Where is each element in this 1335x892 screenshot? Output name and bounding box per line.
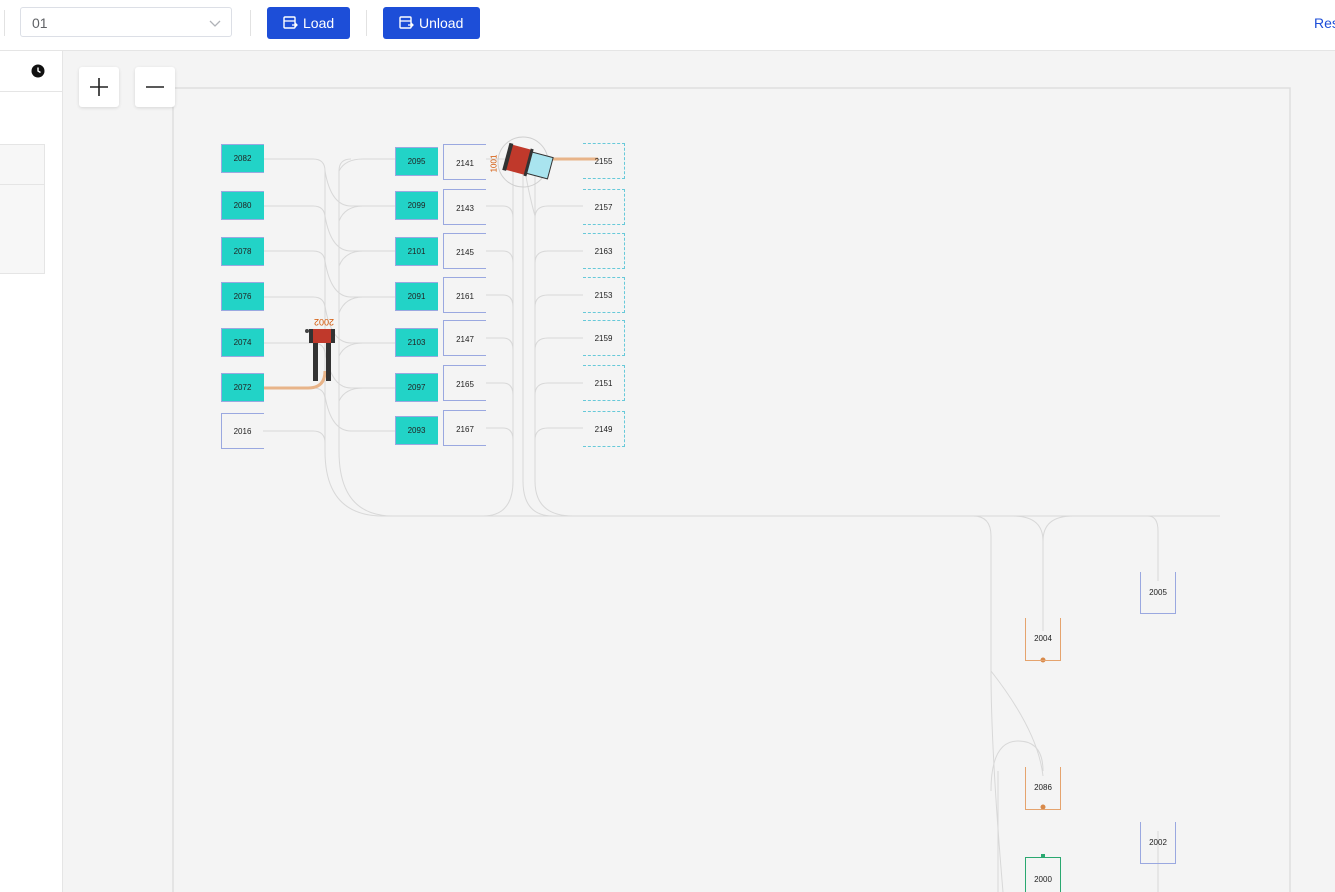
station-2000[interactable]: 2000 (1025, 857, 1061, 892)
unload-button[interactable]: Unload (383, 7, 480, 39)
slot-label: 2095 (407, 157, 426, 166)
slot-label: 2093 (407, 426, 426, 435)
rack-slot[interactable]: 2151 (583, 365, 625, 401)
rack-slot[interactable]: 2165 (443, 365, 486, 401)
rack-slot[interactable]: 2149 (583, 411, 625, 447)
load-icon (283, 16, 298, 29)
slot-label: 2078 (233, 247, 252, 256)
zoom-in-button[interactable] (79, 67, 119, 107)
station-2086[interactable]: 2086 (1025, 767, 1061, 810)
slot-label: 2157 (594, 203, 613, 212)
slot-label: 2161 (456, 292, 474, 301)
slot-label: 2099 (407, 201, 426, 210)
rack-slot[interactable]: 2145 (443, 233, 486, 269)
minus-icon (146, 86, 164, 88)
toolbar-divider (4, 10, 5, 36)
station-2004[interactable]: 2004 (1025, 618, 1061, 661)
slot-label: 2165 (456, 380, 474, 389)
chevron-down-icon (209, 16, 221, 34)
sidebar-panel-divider (0, 184, 44, 185)
unload-icon (399, 16, 414, 29)
warehouse-map[interactable]: 2082 2080 2078 2076 2074 2072 2016 2095 … (63, 51, 1335, 892)
map-boundary (172, 87, 1291, 892)
rack-slot[interactable]: 2099 (395, 188, 438, 224)
slot-label: 2159 (594, 334, 613, 343)
rack-slot[interactable]: 2155 (583, 143, 625, 179)
rack-slot[interactable]: 2082 (221, 141, 264, 177)
station-2002[interactable]: 2002 (1140, 822, 1176, 864)
robot-2002[interactable]: 2002 (303, 317, 341, 387)
rack-slot[interactable]: 2072 (221, 370, 264, 406)
rack-slot[interactable]: 2147 (443, 320, 486, 356)
slot-label: 2143 (456, 204, 474, 213)
toolbar-divider (366, 10, 367, 36)
station-2005[interactable]: 2005 (1140, 572, 1176, 614)
slot-label: 2153 (594, 291, 613, 300)
rack-slot[interactable]: 2157 (583, 189, 625, 225)
slot-label: 2151 (594, 379, 613, 388)
station-label: 2005 (1149, 588, 1167, 597)
slot-label: 2149 (594, 425, 613, 434)
rack-slot[interactable]: 2080 (221, 188, 264, 224)
rack-slot[interactable]: 2074 (221, 325, 264, 361)
rack-slot[interactable]: 2141 (443, 144, 486, 180)
zoom-out-button[interactable] (135, 67, 175, 107)
rack-slot[interactable]: 2143 (443, 189, 486, 225)
rack-slot[interactable]: 2097 (395, 370, 438, 406)
slot-label: 2101 (407, 247, 426, 256)
slot-label: 2082 (233, 154, 252, 163)
rack-slot[interactable]: 2161 (443, 277, 486, 313)
map-select-value: 01 (32, 15, 48, 31)
slot-label: 2145 (456, 248, 474, 257)
plus-icon (90, 78, 108, 96)
unload-label: Unload (419, 15, 464, 31)
slot-label: 2163 (594, 247, 613, 256)
sidebar-header (0, 51, 62, 92)
slot-label: 2167 (456, 425, 474, 434)
rack-slot[interactable]: 2103 (395, 325, 438, 361)
rack-slot[interactable]: 2159 (583, 320, 625, 356)
slot-label: 2091 (407, 292, 426, 301)
reset-link[interactable]: Res (1314, 15, 1335, 31)
slot-label: 2147 (456, 335, 474, 344)
slot-label: 2103 (407, 338, 426, 347)
slot-label: 2016 (233, 427, 252, 436)
map-select[interactable]: 01 (20, 7, 232, 37)
slot-label: 2080 (233, 201, 252, 210)
slot-label: 2076 (233, 292, 252, 301)
load-button[interactable]: Load (267, 7, 350, 39)
load-label: Load (303, 15, 335, 31)
sidebar-panel (0, 144, 45, 274)
clock-icon[interactable] (31, 64, 45, 83)
rack-slot[interactable]: 2091 (395, 279, 438, 315)
rack-slot[interactable]: 2016 (221, 413, 264, 449)
rack-slot[interactable]: 2163 (583, 233, 625, 269)
rack-slot[interactable]: 2076 (221, 279, 264, 315)
station-label: 2002 (1149, 838, 1167, 847)
rack-slot[interactable]: 2078 (221, 234, 264, 270)
robot-label: 1001 (489, 154, 499, 173)
carrier-robot-icon (497, 136, 554, 188)
robot-1001[interactable]: 1001 (489, 135, 557, 189)
slot-label: 2074 (233, 338, 252, 347)
left-sidebar (0, 51, 63, 892)
top-toolbar: 01 Load Unload Res (0, 0, 1335, 51)
slot-label: 2097 (407, 383, 426, 392)
slot-label: 2141 (456, 159, 474, 168)
toolbar-divider (250, 10, 251, 36)
slot-label: 2072 (233, 383, 252, 392)
station-label: 2000 (1034, 875, 1052, 884)
rack-slot[interactable]: 2167 (443, 410, 486, 446)
map-canvas (172, 87, 1291, 892)
forklift-robot-icon (305, 329, 335, 381)
rack-slot[interactable]: 2095 (395, 144, 438, 180)
rack-slot[interactable]: 2093 (395, 413, 438, 449)
slot-label: 2155 (594, 157, 613, 166)
station-label: 2086 (1034, 783, 1052, 792)
station-label: 2004 (1034, 634, 1052, 643)
rack-slot[interactable]: 2153 (583, 277, 625, 313)
rack-slot[interactable]: 2101 (395, 234, 438, 270)
